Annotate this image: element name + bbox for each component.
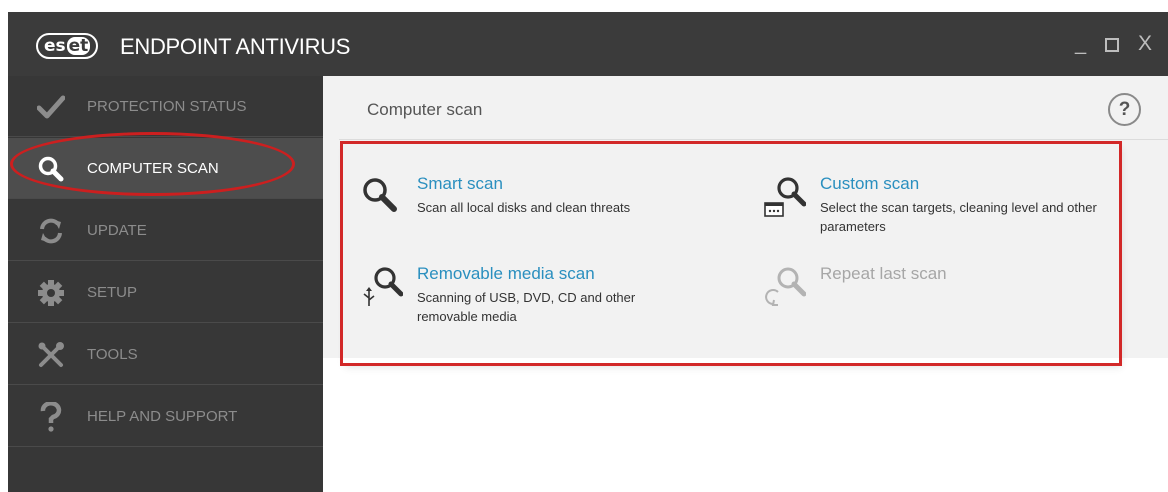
custom-scan-option[interactable]: Custom scan Select the scan targets, cle… [764, 174, 1124, 246]
sidebar-item-help-and-support[interactable]: HELP AND SUPPORT [8, 386, 323, 447]
refresh-icon [36, 216, 66, 246]
smart-scan-description: Scan all local disks and clean threats [417, 200, 631, 215]
checkmark-icon [36, 92, 66, 122]
smart-scan-option[interactable]: Smart scan Scan all local disks and clea… [361, 174, 701, 226]
title-bar: es et ENDPOINT ANTIVIRUS _ X [8, 12, 1168, 76]
sidebar-item-update[interactable]: UPDATE [8, 200, 323, 261]
sidebar-item-label: PROTECTION STATUS [87, 98, 247, 115]
sidebar-item-tools[interactable]: TOOLS [8, 324, 323, 385]
sidebar-item-label: TOOLS [87, 346, 138, 363]
smart-scan-title[interactable]: Smart scan [417, 174, 503, 194]
main-content: Computer scan ? Smart scan Scan all loca… [323, 76, 1168, 492]
removable-media-scan-option[interactable]: Removable media scan Scanning of USB, DV… [361, 264, 701, 336]
sidebar-item-label: HELP AND SUPPORT [87, 408, 238, 425]
app-window: es et ENDPOINT ANTIVIRUS _ X PROTECTION S… [0, 0, 1168, 492]
maximize-button[interactable] [1105, 38, 1119, 52]
minimize-button[interactable]: _ [1075, 32, 1086, 56]
removable-media-scan-description: Scanning of USB, DVD, CD and other remov… [417, 290, 636, 324]
magnifier-icon [361, 176, 403, 218]
repeat-scan-icon [764, 266, 807, 308]
app-title: ENDPOINT ANTIVIRUS [120, 34, 351, 59]
tools-icon [36, 340, 66, 370]
help-button[interactable]: ? [1108, 93, 1141, 126]
usb-scan-icon [361, 266, 404, 308]
sidebar-item-computer-scan[interactable]: COMPUTER SCAN [8, 138, 323, 199]
sidebar-item-label: COMPUTER SCAN [87, 160, 219, 177]
sidebar-item-protection-status[interactable]: PROTECTION STATUS [8, 76, 323, 137]
removable-media-scan-title[interactable]: Removable media scan [417, 264, 595, 284]
gear-icon [36, 278, 66, 308]
top-strip [0, 0, 1168, 12]
sidebar-item-label: UPDATE [87, 222, 147, 239]
custom-scan-title[interactable]: Custom scan [820, 174, 919, 194]
custom-scan-description: Select the scan targets, cleaning level … [820, 200, 1097, 234]
close-button[interactable]: X [1138, 32, 1152, 56]
question-icon [36, 402, 66, 432]
eset-logo: es et [36, 33, 99, 59]
sidebar-item-setup[interactable]: SETUP [8, 262, 323, 323]
custom-scan-icon [764, 176, 807, 218]
magnifier-icon [36, 154, 66, 184]
header-divider [339, 139, 1168, 140]
repeat-last-scan-option[interactable]: Repeat last scan [764, 264, 1104, 316]
sidebar-item-label: SETUP [87, 284, 138, 301]
sidebar: PROTECTION STATUS COMPUTER SCAN UPDATE S… [8, 76, 323, 492]
page-title: Computer scan [367, 100, 483, 119]
repeat-last-scan-title[interactable]: Repeat last scan [820, 264, 947, 284]
